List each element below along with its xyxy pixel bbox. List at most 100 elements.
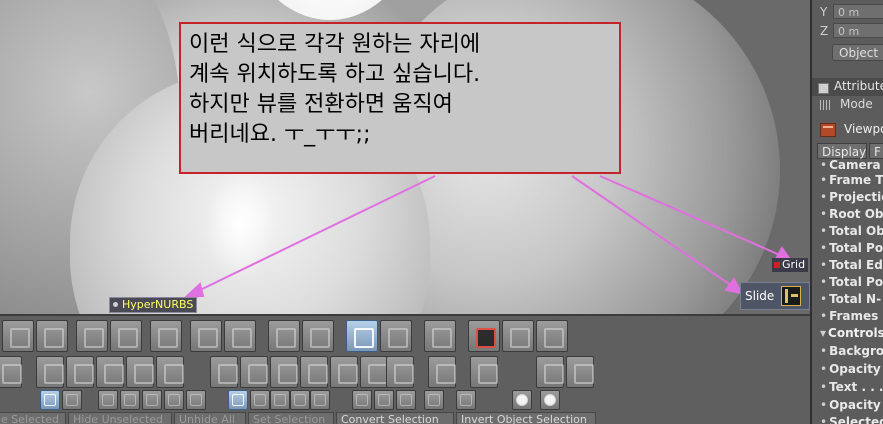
layout2-icon[interactable]	[250, 390, 270, 410]
rect-select-icon[interactable]	[62, 390, 82, 410]
hide-icon[interactable]	[352, 390, 372, 410]
knife-icon[interactable]	[268, 320, 300, 352]
attributes-header: Attributes	[812, 78, 883, 96]
command-toolbars: e Selected Hide Unselected Unhide All Se…	[0, 314, 810, 424]
panel-checkbox-icon[interactable]	[818, 83, 829, 94]
layout3-icon[interactable]	[270, 390, 290, 410]
dot-icon[interactable]	[540, 390, 560, 410]
unhide-all-button[interactable]: Unhide All	[174, 412, 246, 424]
toolbar-row-3	[0, 390, 580, 410]
cube-icon[interactable]	[2, 320, 34, 352]
camera-icon[interactable]	[150, 320, 182, 352]
sphere-icon[interactable]	[512, 390, 532, 410]
array-wire-icon[interactable]	[224, 320, 256, 352]
lock-icon[interactable]	[424, 390, 444, 410]
callout-line: 버리네요. ㅜ_ㅜㅜ;;	[189, 122, 371, 147]
loop-select-icon[interactable]	[98, 390, 118, 410]
set-selection-button[interactable]: Set Selection	[248, 412, 334, 424]
layout4-icon[interactable]	[290, 390, 310, 410]
3d-viewport[interactable]: 이런 식으로 각각 원하는 자리에 계속 위치하도록 하고 싶습니다. 하지만 …	[0, 0, 810, 314]
hide-selected-button[interactable]: e Selected	[0, 412, 66, 424]
property-text: •Text . . . .	[820, 380, 883, 394]
slide-widget[interactable]: Slide	[740, 282, 810, 310]
grid-label[interactable]: Grid	[772, 258, 809, 272]
property-total-objects: • Total Ob	[820, 224, 883, 238]
phong-icon[interactable]	[164, 390, 184, 410]
convert-selection-button[interactable]: Convert Selection	[336, 412, 454, 424]
optimize-icon[interactable]	[330, 356, 358, 388]
arrange-icon[interactable]	[428, 356, 456, 388]
axis-label: Y	[820, 5, 828, 19]
sphere-icon[interactable]	[502, 320, 534, 352]
viewport-settings-label: Viewpo	[844, 122, 883, 136]
bevel-icon[interactable]	[380, 320, 412, 352]
cube-wire-icon[interactable]	[36, 320, 68, 352]
subdivide-icon[interactable]	[126, 356, 154, 388]
bridge-icon[interactable]	[424, 320, 456, 352]
layout-icon[interactable]	[228, 390, 248, 410]
triangulate-icon[interactable]	[270, 356, 298, 388]
align-icon[interactable]	[240, 356, 268, 388]
axis-icon[interactable]	[470, 356, 498, 388]
property-total-ngons: • Total N-	[820, 292, 882, 306]
coord-row-z: Z 0 m	[817, 23, 883, 39]
edge-slide-icon[interactable]	[346, 320, 378, 352]
toolbar-row-1	[0, 320, 580, 352]
selection-button-bar: e Selected Hide Unselected Unhide All Se…	[0, 412, 810, 424]
extrude-icon[interactable]	[0, 356, 22, 388]
shrink-icon[interactable]	[396, 390, 416, 410]
help-icon[interactable]	[536, 356, 564, 388]
help2-icon[interactable]	[566, 356, 594, 388]
grid-icon[interactable]	[536, 320, 568, 352]
reveal-icon[interactable]	[374, 390, 394, 410]
grid-marker-icon	[774, 262, 780, 268]
render-icon[interactable]	[468, 320, 500, 352]
invert-object-selection-button[interactable]: Invert Object Selection	[456, 412, 596, 424]
callout-line: 이런 식으로 각각 원하는 자리에	[189, 32, 481, 57]
viewport-settings-icon	[820, 123, 836, 137]
z-position-field[interactable]: 0 m	[833, 23, 883, 38]
melt-icon[interactable]	[360, 356, 388, 388]
y-position-field[interactable]: 0 m	[833, 4, 883, 19]
mode-label: Mode	[840, 97, 873, 111]
controls-group-toggle[interactable]: ▾ Controls	[820, 325, 883, 342]
magnet-icon[interactable]	[302, 320, 334, 352]
weld-icon[interactable]	[66, 356, 94, 388]
property-frames: • Frames (	[820, 309, 883, 323]
hide-unselected-button[interactable]: Hide Unselected	[68, 412, 172, 424]
property-opacity: • Opacity	[820, 362, 881, 376]
slide-icon[interactable]	[781, 286, 801, 306]
brush-icon[interactable]	[210, 356, 238, 388]
grow-icon[interactable]	[186, 390, 206, 410]
object-dropdown[interactable]: Object	[832, 44, 883, 61]
dissolve-icon[interactable]	[386, 356, 414, 388]
property-root-object: • Root Obj	[820, 207, 883, 221]
extrude-inner-icon[interactable]	[36, 356, 64, 388]
array-icon[interactable]	[190, 320, 222, 352]
fill-select-icon[interactable]	[142, 390, 162, 410]
cinema4d-window: 이런 식으로 각각 원하는 자리에 계속 위치하도록 하고 싶습니다. 하지만 …	[0, 0, 883, 424]
axis-label: Z	[820, 24, 829, 38]
callout-line: 하지만 뷰를 전환하면 움직여	[189, 92, 453, 117]
property-selected: • Selected	[820, 415, 883, 424]
slide-label-text: Slide	[745, 289, 775, 303]
deformer-icon[interactable]	[76, 320, 108, 352]
untriangulate-icon[interactable]	[300, 356, 328, 388]
property-frame: • Frame T	[820, 173, 883, 187]
mirror-icon[interactable]	[156, 356, 184, 388]
viewport-settings-header: Viewpo	[812, 120, 883, 140]
live-select-icon[interactable]	[40, 390, 60, 410]
layout5-icon[interactable]	[310, 390, 330, 410]
arrow-to-grid	[599, 175, 783, 257]
hypernurbs-label[interactable]: HyperNURBS	[109, 297, 198, 313]
grip-icon	[820, 100, 830, 110]
floor-icon[interactable]	[110, 320, 142, 352]
mode-menu[interactable]: Mode	[812, 96, 883, 114]
property-total-edges: • Total Ed	[820, 258, 883, 272]
property-background: •Backgrou	[820, 344, 883, 358]
ring-select-icon[interactable]	[120, 390, 140, 410]
arrow-head-slide	[724, 277, 743, 295]
swap-icon[interactable]	[456, 390, 476, 410]
arrow-head-hypernurbs	[183, 282, 205, 299]
split-icon[interactable]	[96, 356, 124, 388]
